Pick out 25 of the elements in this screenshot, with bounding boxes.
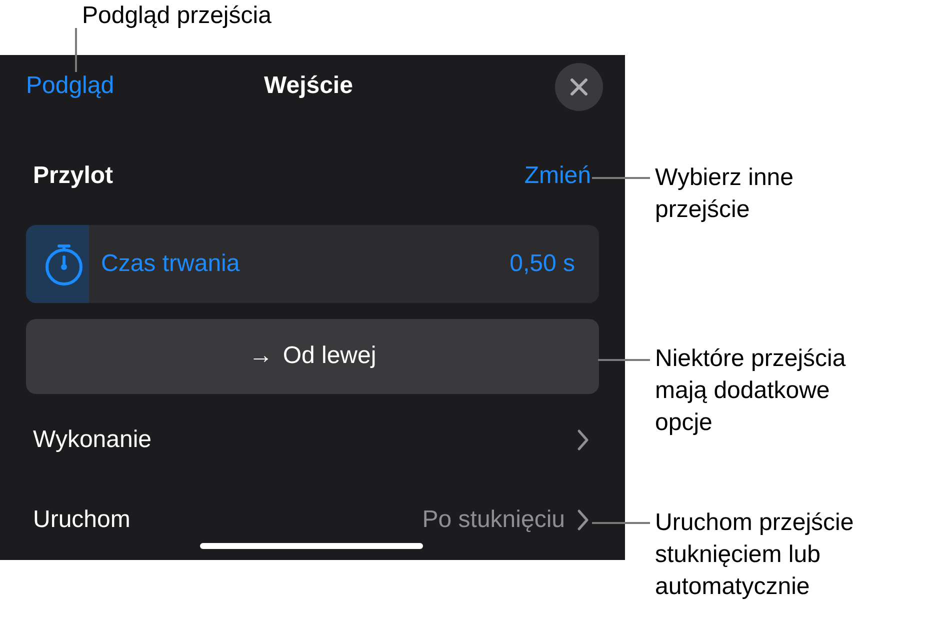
close-icon <box>570 78 588 96</box>
change-link[interactable]: Zmień <box>524 158 591 194</box>
panel-title: Wejście <box>264 71 353 102</box>
callout-text: Podgląd przejścia <box>82 1 272 31</box>
row-label: Wykonanie <box>33 424 152 455</box>
preview-link[interactable]: Podgląd <box>26 68 114 104</box>
direction-button[interactable]: → Od lewej <box>26 318 599 394</box>
settings-row[interactable]: Uruchom Po stuknięciu <box>0 480 625 560</box>
row-value: Po stuknięciu <box>422 504 565 535</box>
callout-text: Niektóre przejścia mają dodatkowe opcje <box>655 344 846 438</box>
close-button[interactable] <box>555 63 603 111</box>
leader-line <box>592 176 650 180</box>
callout-text: Wybierz inne przejście <box>655 163 794 225</box>
duration-label: Czas trwania <box>101 248 240 279</box>
duration-slider[interactable]: Czas trwania 0,50 s <box>26 224 599 303</box>
duration-value: 0,50 s <box>510 248 575 279</box>
leader-line <box>73 28 79 72</box>
chevron-icon <box>577 428 589 451</box>
leader-line <box>592 521 650 525</box>
settings-row[interactable]: Wykonanie <box>0 400 625 480</box>
transition-name: Przylot <box>33 161 114 192</box>
chevron-icon <box>577 508 589 531</box>
row-label: Uruchom <box>33 504 130 535</box>
callout-text: Uruchom przejście stuknięciem lub automatycznie <box>655 508 854 602</box>
leader-line <box>598 358 650 362</box>
